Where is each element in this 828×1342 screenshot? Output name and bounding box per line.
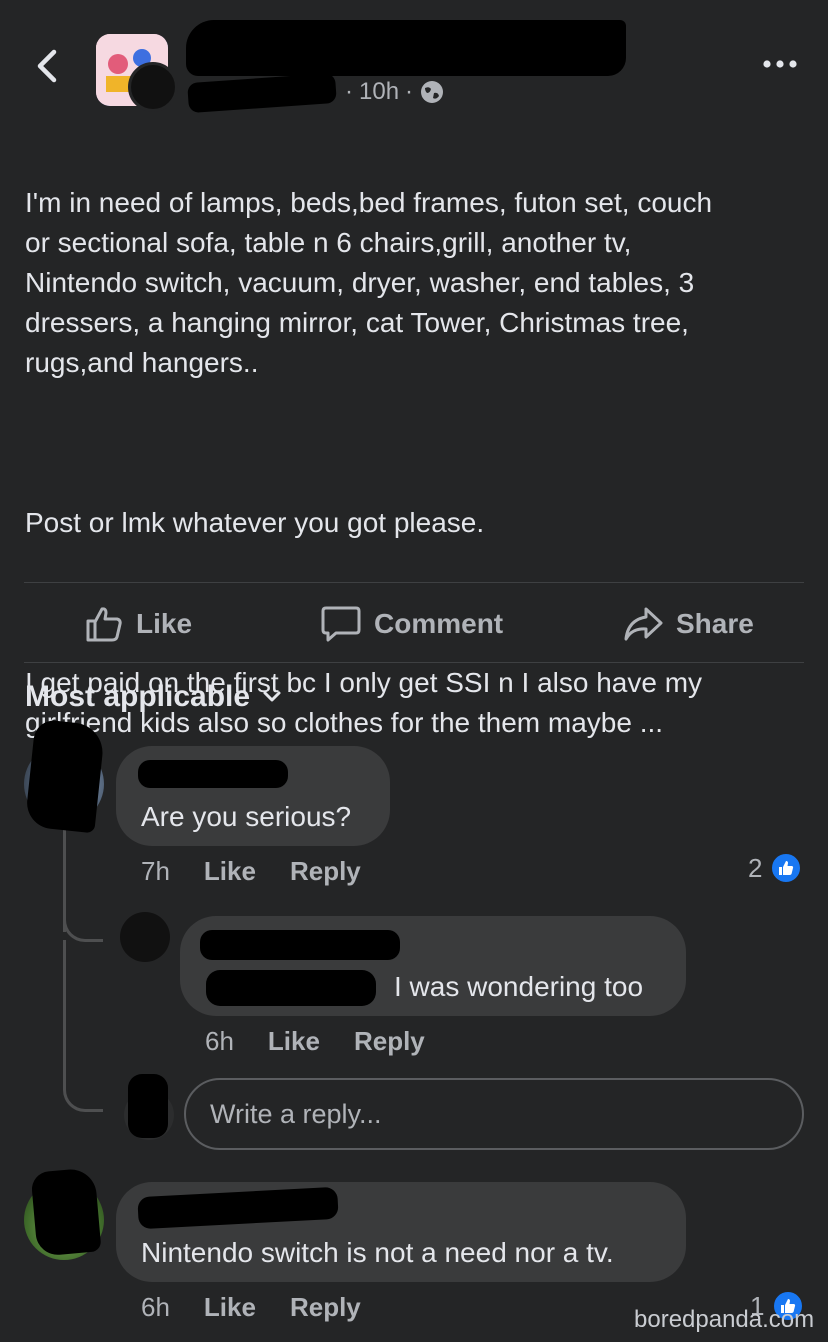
reply-bubble: I was wondering too	[180, 916, 686, 1016]
divider	[24, 662, 804, 663]
reply-reply-button[interactable]: Reply	[354, 1026, 425, 1057]
chevron-left-icon	[37, 49, 57, 83]
comment-bubble: Are you serious?	[116, 746, 390, 846]
redacted-commenter-name	[138, 760, 288, 788]
sort-label: Most applicable	[25, 680, 251, 713]
comment-text: Nintendo switch is not a need nor a tv.	[141, 1237, 614, 1268]
reply-time: 6h	[205, 1026, 234, 1056]
replier-avatar[interactable]	[120, 912, 170, 962]
share-arrow-icon	[624, 607, 663, 641]
comment-sort-dropdown[interactable]: Most applicable	[25, 680, 282, 714]
reaction-summary[interactable]: 2	[748, 852, 803, 884]
redacted-avatar-mark	[30, 1167, 102, 1257]
meta-separator: ·	[345, 78, 353, 105]
share-label: Share	[676, 608, 754, 639]
chevron-down-icon	[263, 691, 281, 702]
comment-reply-button[interactable]: Reply	[290, 1292, 361, 1323]
comment-actions: 7h Like Reply	[141, 856, 361, 887]
comment-like-button[interactable]: Like	[204, 1292, 256, 1323]
globe-icon	[421, 81, 444, 103]
comment-text: Are you serious?	[141, 801, 352, 832]
watermark: boredpanda.com	[634, 1306, 815, 1333]
reaction-count: 2	[748, 852, 763, 883]
back-button[interactable]	[30, 46, 66, 86]
comment-actions: 6h Like Reply	[141, 1292, 361, 1323]
thread-line	[63, 940, 66, 1090]
comment-time: 7h	[141, 856, 170, 886]
post-meta: · 10h ·	[345, 78, 445, 106]
like-label: Like	[136, 608, 193, 639]
reply-text: I was wondering too	[394, 971, 644, 1002]
post-paragraph: Post or lmk whatever you got please.	[25, 507, 485, 538]
redacted-author-subname	[187, 72, 337, 114]
meta-separator: ·	[405, 78, 414, 105]
comment-time: 6h	[141, 1292, 170, 1322]
redacted-avatar-mark	[24, 718, 106, 834]
more-options-button[interactable]	[758, 44, 802, 84]
comment-like-button[interactable]: Like	[204, 856, 256, 887]
thumbs-up-icon	[86, 607, 122, 642]
post-time[interactable]: 10h	[359, 78, 399, 106]
redacted-replier-name	[200, 930, 400, 960]
comment-label: Comment	[374, 608, 504, 639]
reply-actions: 6h Like Reply	[205, 1026, 425, 1057]
comment-button[interactable]: Comment	[320, 600, 503, 648]
author-avatar[interactable]	[128, 62, 178, 112]
post-paragraph: I'm in need of lamps, beds,bed frames, f…	[25, 187, 713, 378]
reply-like-button[interactable]: Like	[268, 1026, 320, 1057]
share-button[interactable]: Share	[622, 600, 754, 648]
like-button[interactable]: Like	[84, 600, 192, 648]
comment-icon	[321, 606, 361, 642]
divider	[24, 582, 804, 583]
thread-connector	[63, 1070, 103, 1112]
redacted-avatar-mark	[128, 1074, 168, 1138]
thread-connector	[63, 900, 103, 942]
comment-bubble: Nintendo switch is not a need nor a tv.	[116, 1182, 686, 1282]
comment-reply-button[interactable]: Reply	[290, 856, 361, 887]
like-reaction-icon	[770, 852, 803, 884]
redacted-commenter-name	[137, 1186, 339, 1230]
redacted-author-name	[186, 20, 626, 76]
redacted-mention	[206, 970, 376, 1006]
reply-input[interactable]: Write a reply...	[184, 1078, 804, 1150]
reply-input-placeholder: Write a reply...	[210, 1098, 382, 1129]
more-dots-icon	[763, 60, 797, 68]
